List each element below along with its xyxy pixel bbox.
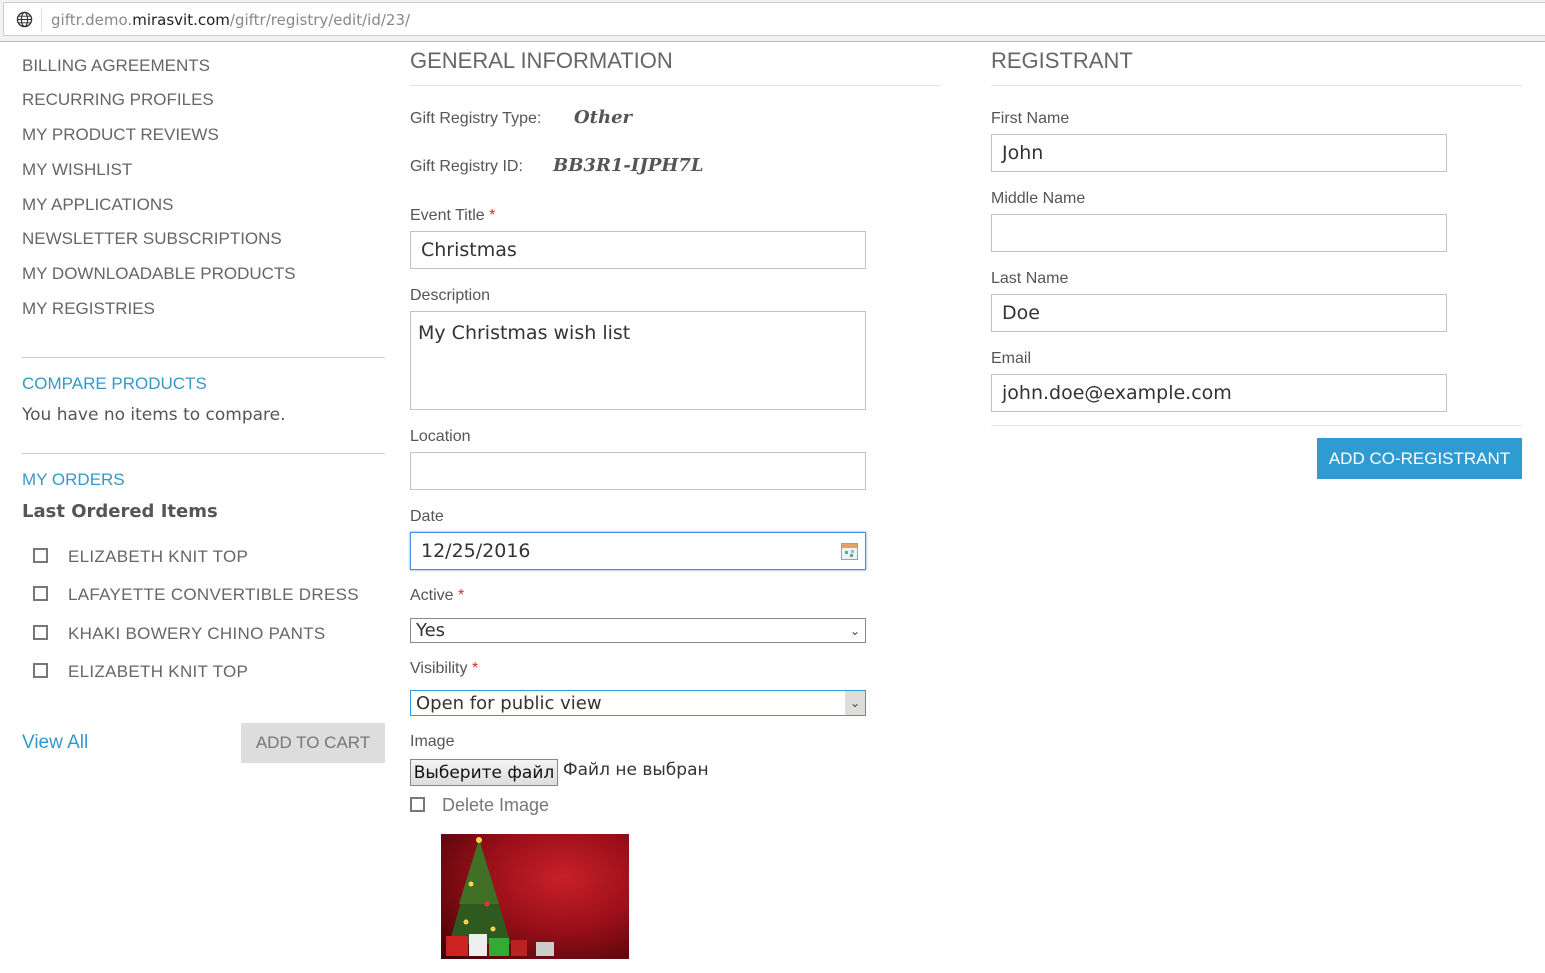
globe-icon: [16, 11, 33, 28]
email-label: Email: [991, 350, 1032, 367]
registrant-title: REGISTRANT: [991, 48, 1133, 73]
visibility-label: Visibility *: [410, 660, 479, 677]
registry-type-label: Gift Registry Type:: [410, 110, 542, 127]
general-info-title: GENERAL INFORMATION: [410, 48, 673, 73]
active-label: Active *: [410, 587, 465, 604]
event-title-label: Event Title *: [410, 207, 496, 224]
compare-products-title[interactable]: COMPARE PRODUCTS: [22, 374, 207, 394]
order-item-checkbox[interactable]: [33, 548, 48, 563]
date-input[interactable]: 12/25/2016: [410, 532, 866, 570]
visibility-select[interactable]: Open for public view ⌄: [410, 690, 866, 716]
image-label: Image: [410, 733, 455, 750]
delete-image-checkbox[interactable]: [410, 797, 425, 812]
divider: [991, 85, 1522, 86]
browser-address-bar: giftr.demo.mirasvit.com/giftr/registry/e…: [0, 0, 1545, 42]
first-name-label: First Name: [991, 110, 1070, 127]
url-field[interactable]: giftr.demo.mirasvit.com/giftr/registry/e…: [3, 2, 1545, 36]
compare-empty-text: You have no items to compare.: [22, 405, 286, 425]
nav-billing-agreements[interactable]: BILLING AGREEMENTS: [22, 56, 210, 76]
order-item-checkbox[interactable]: [33, 586, 48, 601]
event-title-input[interactable]: Christmas: [410, 231, 866, 269]
chevron-down-icon: ⌄: [849, 623, 860, 638]
divider: [22, 357, 385, 358]
order-item: KHAKI BOWERY CHINO PANTS: [68, 624, 326, 643]
divider: [22, 453, 385, 454]
my-orders-title[interactable]: MY ORDERS: [22, 470, 125, 490]
nav-registries[interactable]: MY REGISTRIES: [22, 299, 155, 319]
last-ordered-title: Last Ordered Items: [22, 501, 218, 522]
location-label: Location: [410, 428, 471, 445]
description-label: Description: [410, 287, 491, 304]
registry-id-label: Gift Registry ID:: [410, 158, 523, 175]
location-input[interactable]: [410, 452, 866, 490]
chevron-down-icon: ⌄: [845, 691, 865, 715]
first-name-input[interactable]: John: [991, 134, 1447, 172]
order-item: ELIZABETH KNIT TOP: [68, 547, 249, 566]
view-all-link[interactable]: View All: [22, 732, 88, 754]
divider: [991, 425, 1522, 426]
registry-id-value: BB3R1-IJPH7L: [553, 155, 704, 176]
middle-name-input[interactable]: [991, 214, 1447, 252]
email-input[interactable]: john.doe@example.com: [991, 374, 1447, 412]
nav-wishlist[interactable]: MY WISHLIST: [22, 160, 132, 180]
nav-applications[interactable]: MY APPLICATIONS: [22, 195, 173, 215]
order-item-checkbox[interactable]: [33, 663, 48, 678]
url-text: giftr.demo.mirasvit.com/giftr/registry/e…: [51, 11, 411, 29]
calendar-icon[interactable]: [841, 543, 858, 560]
nav-downloadable[interactable]: MY DOWNLOADABLE PRODUCTS: [22, 264, 296, 284]
choose-file-button[interactable]: Выберите файл: [410, 759, 558, 786]
date-label: Date: [410, 508, 444, 525]
no-file-text: Файл не выбран: [563, 760, 709, 780]
order-item: LAFAYETTE CONVERTIBLE DRESS: [68, 585, 359, 604]
christmas-tree-image: [441, 834, 629, 959]
order-item: ELIZABETH KNIT TOP: [68, 662, 249, 681]
divider: [410, 85, 940, 86]
add-co-registrant-button[interactable]: ADD CO-REGISTRANT: [1317, 438, 1522, 479]
nav-recurring-profiles[interactable]: RECURRING PROFILES: [22, 90, 214, 110]
order-item-checkbox[interactable]: [33, 625, 48, 640]
middle-name-label: Middle Name: [991, 190, 1086, 207]
description-textarea[interactable]: My Christmas wish list: [410, 311, 866, 410]
add-to-cart-button[interactable]: ADD TO CART: [241, 723, 385, 763]
nav-newsletter[interactable]: NEWSLETTER SUBSCRIPTIONS: [22, 229, 282, 249]
delete-image-label: Delete Image: [442, 795, 550, 815]
last-name-label: Last Name: [991, 270, 1069, 287]
last-name-input[interactable]: Doe: [991, 294, 1447, 332]
registry-type-value: Other: [574, 107, 633, 128]
nav-product-reviews[interactable]: MY PRODUCT REVIEWS: [22, 125, 219, 145]
active-select[interactable]: Yes ⌄: [410, 618, 866, 643]
